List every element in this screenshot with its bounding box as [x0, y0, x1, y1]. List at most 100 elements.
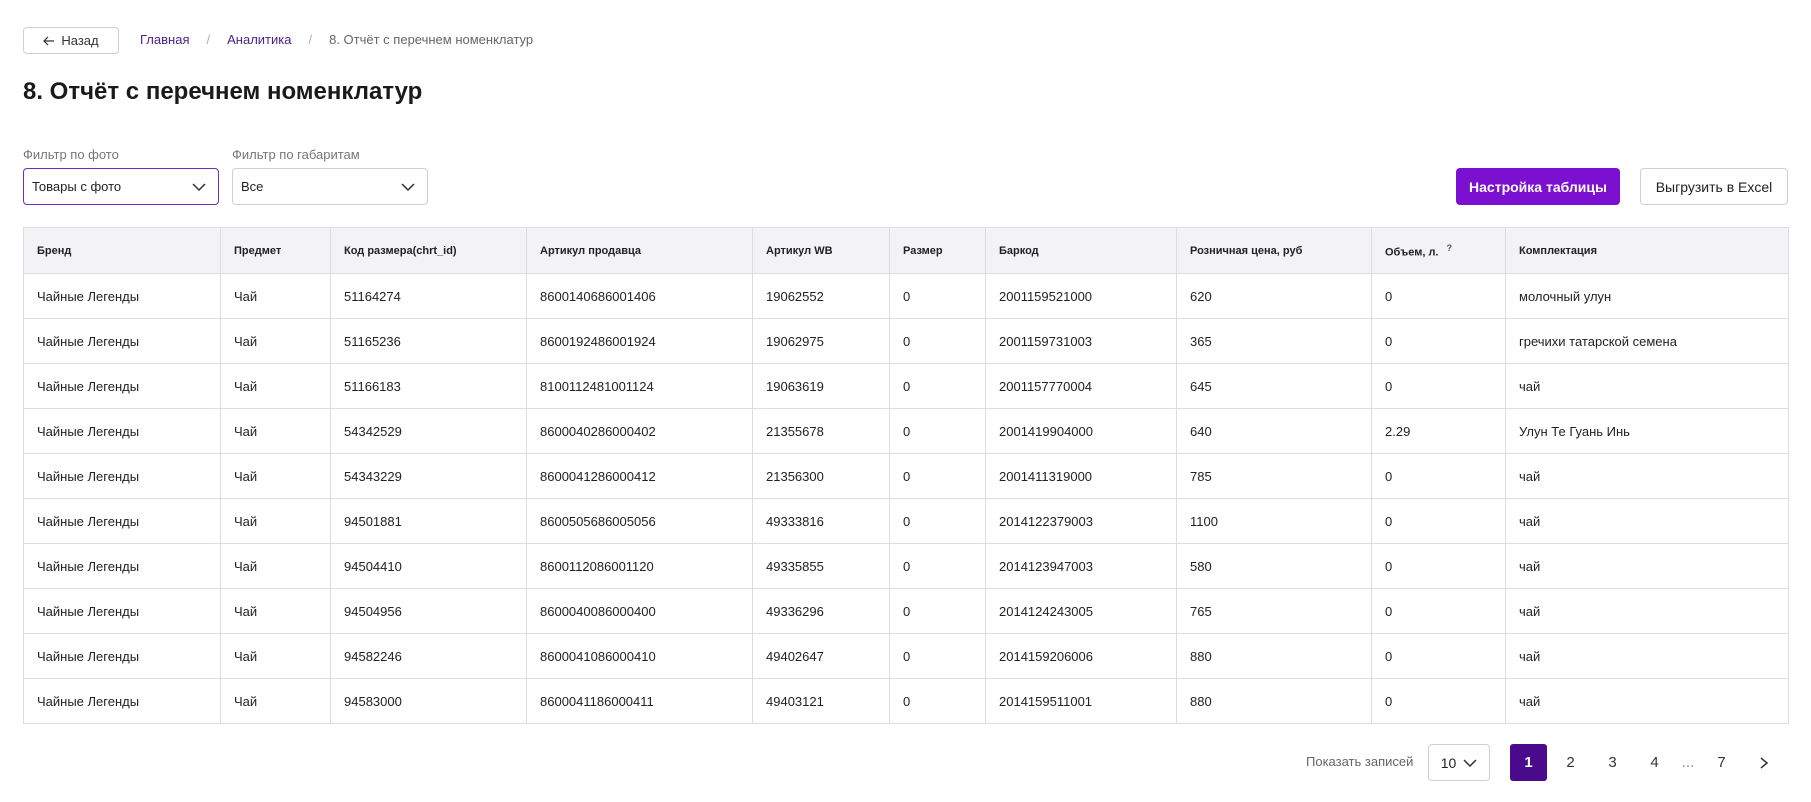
cell-kit: чай: [1505, 633, 1789, 679]
column-header-volume[interactable]: Объем, л.?: [1371, 227, 1506, 274]
cell-volume: 0: [1371, 363, 1506, 409]
cell-size-code: 94582246: [330, 633, 527, 679]
cell-brand: Чайные Легенды: [23, 363, 221, 409]
photo-filter-select[interactable]: Товары с фото: [23, 168, 219, 205]
cell-seller-article: 8600041186000411: [526, 678, 753, 724]
column-header-kit[interactable]: Комплектация: [1505, 227, 1789, 274]
table-row[interactable]: Чайные Легенды Чай 51165236 860019248600192…: [23, 318, 1789, 364]
cell-size: 0: [889, 363, 986, 409]
cell-kit: чай: [1505, 453, 1789, 499]
next-page-button[interactable]: [1745, 744, 1782, 781]
cell-barcode: 2014123947003: [985, 543, 1177, 589]
cell-retail-price: 365: [1176, 318, 1372, 364]
cell-size: 0: [889, 588, 986, 634]
table-settings-button[interactable]: Настройка таблицы: [1456, 168, 1620, 205]
cell-volume: 0: [1371, 498, 1506, 544]
export-excel-button[interactable]: Выгрузить в Excel: [1640, 168, 1788, 205]
cell-kit: чай: [1505, 543, 1789, 589]
cell-wb-article: 49336296: [752, 588, 890, 634]
cell-retail-price: 620: [1176, 273, 1372, 319]
cell-subject: Чай: [220, 498, 331, 544]
cell-wb-article: 49403121: [752, 678, 890, 724]
table-row[interactable]: Чайные Легенды Чай 94504956 860004008600040…: [23, 588, 1789, 634]
cell-barcode: 2014159206006: [985, 633, 1177, 679]
chevron-down-icon: [192, 182, 206, 191]
column-header-subject[interactable]: Предмет: [220, 227, 331, 274]
dims-filter-value: Все: [241, 179, 264, 194]
cell-barcode: 2001419904000: [985, 408, 1177, 454]
cell-seller-article: 8600192486001924: [526, 318, 753, 364]
page-button[interactable]: 2: [1552, 744, 1589, 781]
table-row[interactable]: Чайные Легенды Чай 94582246 860004108600041…: [23, 633, 1789, 679]
page-button[interactable]: 4: [1636, 744, 1673, 781]
cell-brand: Чайные Легенды: [23, 633, 221, 679]
cell-subject: Чай: [220, 318, 331, 364]
pagination: 1 2 3 4... 7: [1510, 744, 1787, 781]
cell-size-code: 54342529: [330, 408, 527, 454]
page-button[interactable]: 7: [1703, 744, 1740, 781]
table-row[interactable]: Чайные Легенды Чай 51164274 860014068600140…: [23, 273, 1789, 319]
cell-subject: Чай: [220, 543, 331, 589]
table-row[interactable]: Чайные Легенды Чай 94504410 860011208600112…: [23, 543, 1789, 589]
cell-retail-price: 880: [1176, 678, 1372, 724]
cell-retail-price: 765: [1176, 588, 1372, 634]
cell-seller-article: 8600505686005056: [526, 498, 753, 544]
breadcrumb-separator: /: [206, 32, 211, 47]
cell-barcode: 2001159731003: [985, 318, 1177, 364]
column-header-seller-article[interactable]: Артикул продавца: [526, 227, 753, 274]
breadcrumb-home[interactable]: Главная: [140, 32, 189, 47]
cell-brand: Чайные Легенды: [23, 498, 221, 544]
cell-size: 0: [889, 678, 986, 724]
chevron-down-icon: [1463, 758, 1477, 767]
back-button[interactable]: Назад: [23, 27, 119, 54]
cell-size-code: 94504410: [330, 543, 527, 589]
cell-size-code: 94583000: [330, 678, 527, 724]
cell-barcode: 2001157770004: [985, 363, 1177, 409]
column-header-wb-article[interactable]: Артикул WB: [752, 227, 890, 274]
cell-kit: чай: [1505, 498, 1789, 544]
cell-kit: молочный улун: [1505, 273, 1789, 319]
breadcrumb-analytics[interactable]: Аналитика: [227, 32, 291, 47]
cell-wb-article: 49402647: [752, 633, 890, 679]
cell-size: 0: [889, 453, 986, 499]
cell-seller-article: 8600041286000412: [526, 453, 753, 499]
table-row[interactable]: Чайные Легенды Чай 54342529 860004028600040…: [23, 408, 1789, 454]
column-header-size-code[interactable]: Код размера(chrt_id): [330, 227, 527, 274]
help-icon[interactable]: ?: [1447, 243, 1453, 253]
cell-subject: Чай: [220, 363, 331, 409]
cell-seller-article: 8600041086000410: [526, 633, 753, 679]
cell-size: 0: [889, 498, 986, 544]
cell-volume: 0: [1371, 543, 1506, 589]
cell-subject: Чай: [220, 633, 331, 679]
cell-retail-price: 1100: [1176, 498, 1372, 544]
table-row[interactable]: Чайные Легенды Чай 94583000 860004118600041…: [23, 678, 1789, 724]
cell-seller-article: 8600112086001120: [526, 543, 753, 589]
cell-size-code: 51164274: [330, 273, 527, 319]
page-title: 8. Отчёт с перечнем номенклатур: [23, 78, 423, 105]
cell-subject: Чай: [220, 408, 331, 454]
column-header-brand[interactable]: Бренд: [23, 227, 221, 274]
back-label: Назад: [61, 33, 99, 48]
page-button[interactable]: 3: [1594, 744, 1631, 781]
cell-kit: гречихи татарской семена: [1505, 318, 1789, 364]
column-header-barcode[interactable]: Баркод: [985, 227, 1177, 274]
table-row[interactable]: Чайные Легенды Чай 94501881 860050568600505…: [23, 498, 1789, 544]
column-header-size[interactable]: Размер: [889, 227, 986, 274]
cell-size-code: 94504956: [330, 588, 527, 634]
cell-wb-article: 49335855: [752, 543, 890, 589]
cell-kit: чай: [1505, 678, 1789, 724]
cell-brand: Чайные Легенды: [23, 588, 221, 634]
cell-wb-article: 19063619: [752, 363, 890, 409]
page-size-value: 10: [1440, 754, 1457, 771]
cell-size-code: 51166183: [330, 363, 527, 409]
page-size-select[interactable]: 10: [1428, 744, 1490, 781]
cell-seller-article: 8600040086000400: [526, 588, 753, 634]
page-button[interactable]: 1: [1510, 744, 1547, 781]
table-row[interactable]: Чайные Легенды Чай 54343229 860004128600041…: [23, 453, 1789, 499]
column-header-retail-price[interactable]: Розничная цена, руб: [1176, 227, 1372, 274]
dims-filter-select[interactable]: Все: [232, 168, 428, 205]
cell-barcode: 2001411319000: [985, 453, 1177, 499]
cell-volume: 0: [1371, 453, 1506, 499]
cell-wb-article: 19062552: [752, 273, 890, 319]
table-row[interactable]: Чайные Легенды Чай 51166183 810011248100112…: [23, 363, 1789, 409]
